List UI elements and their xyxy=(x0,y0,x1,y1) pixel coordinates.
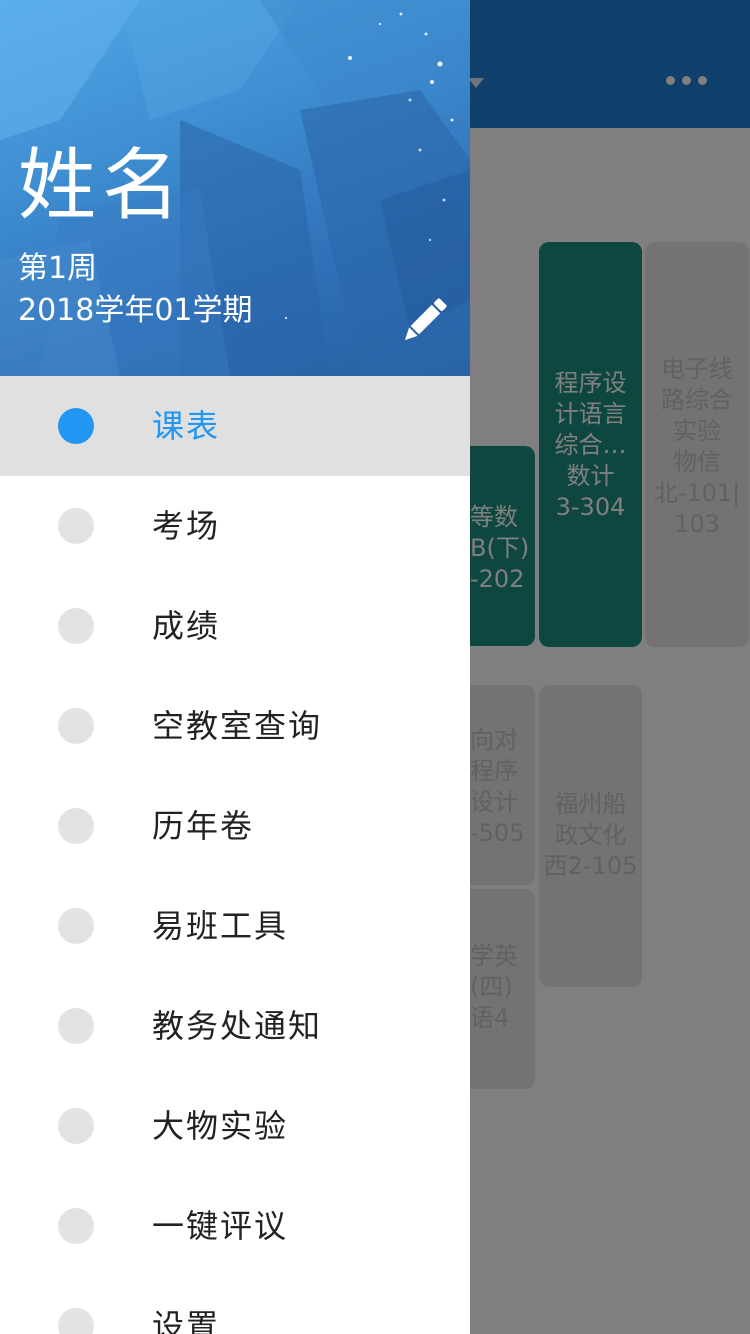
menu-item-grades[interactable]: 成绩 xyxy=(0,576,470,676)
menu-item-yiban-tools[interactable]: 易班工具 xyxy=(0,876,470,976)
drawer-header: 姓名 第1周 2018学年01学期 xyxy=(0,0,470,376)
menu-item-empty-classroom[interactable]: 空教室查询 xyxy=(0,676,470,776)
menu-item-label: 历年卷 xyxy=(152,807,255,845)
circle-icon xyxy=(58,508,94,544)
menu-item-label: 教务处通知 xyxy=(152,1007,323,1045)
menu-item-past-papers[interactable]: 历年卷 xyxy=(0,776,470,876)
user-name: 姓名 xyxy=(18,141,187,231)
current-term: 2018学年01学期 xyxy=(18,293,253,328)
menu-item-label: 课表 xyxy=(152,407,221,445)
circle-icon xyxy=(58,708,94,744)
current-week: 第1周 xyxy=(18,251,98,286)
menu-item-label: 一键评议 xyxy=(152,1207,289,1245)
menu-item-label: 易班工具 xyxy=(152,907,289,945)
menu-item-label: 考场 xyxy=(152,507,221,545)
navigation-drawer: 姓名 第1周 2018学年01学期 课表 考场 成绩 空教室查询 历年卷 易班工… xyxy=(0,0,470,1334)
menu-item-academic-notices[interactable]: 教务处通知 xyxy=(0,976,470,1076)
menu-item-schedule[interactable]: 课表 xyxy=(0,376,470,476)
menu-item-physics-lab[interactable]: 大物实验 xyxy=(0,1076,470,1176)
circle-icon xyxy=(58,908,94,944)
menu-item-label: 设置 xyxy=(152,1307,221,1334)
drawer-menu: 课表 考场 成绩 空教室查询 历年卷 易班工具 教务处通知 大物实验 一键评议 … xyxy=(0,376,470,1334)
circle-icon xyxy=(58,1208,94,1244)
menu-item-label: 大物实验 xyxy=(152,1107,289,1145)
menu-item-settings[interactable]: 设置 xyxy=(0,1276,470,1334)
pencil-icon[interactable] xyxy=(395,292,453,350)
circle-icon xyxy=(58,608,94,644)
menu-item-label: 成绩 xyxy=(152,607,221,645)
circle-icon xyxy=(58,1108,94,1144)
menu-item-exam-room[interactable]: 考场 xyxy=(0,476,470,576)
circle-icon xyxy=(58,808,94,844)
circle-icon xyxy=(58,408,94,444)
menu-item-one-click-evaluation[interactable]: 一键评议 xyxy=(0,1176,470,1276)
circle-icon xyxy=(58,1308,94,1334)
circle-icon xyxy=(58,1008,94,1044)
menu-item-label: 空教室查询 xyxy=(152,707,323,745)
